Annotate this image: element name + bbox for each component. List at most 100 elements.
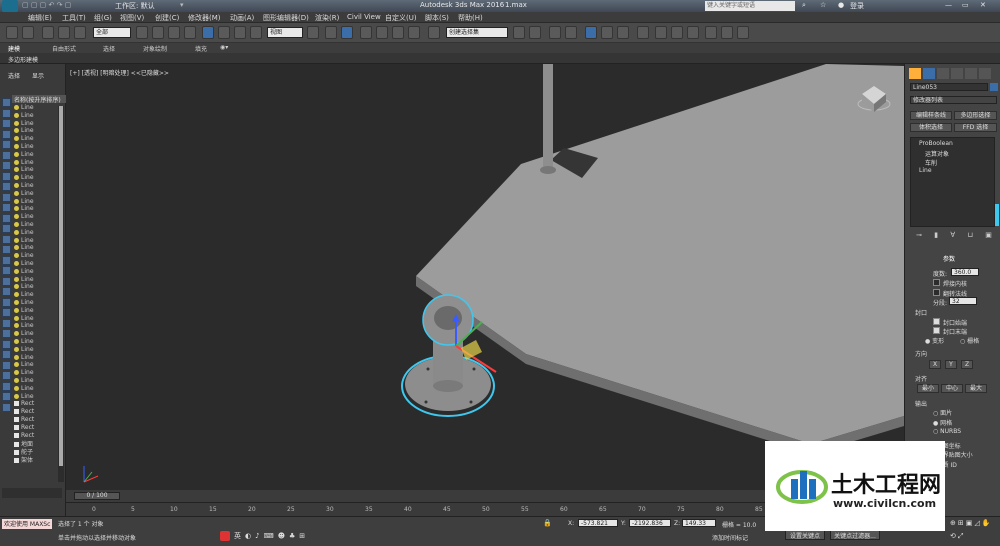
- add-time-tag[interactable]: 添加时间标记: [712, 533, 748, 542]
- region-select-icon[interactable]: [168, 26, 180, 39]
- cap-start-checkbox[interactable]: [933, 318, 940, 325]
- modify-tab-icon[interactable]: [923, 68, 935, 79]
- window-crossing-icon[interactable]: [184, 26, 196, 39]
- scene-explorer-item[interactable]: Line: [14, 252, 34, 260]
- scene-explorer-filter-icon[interactable]: [2, 392, 11, 401]
- scene-explorer-item[interactable]: Line: [14, 159, 34, 167]
- light-bulb-icon[interactable]: [14, 112, 19, 118]
- light-bulb-icon[interactable]: [14, 198, 19, 204]
- menu-animation[interactable]: 动画(A): [230, 13, 254, 23]
- tab-selection[interactable]: 选择: [103, 44, 115, 53]
- scene-explorer-item[interactable]: Rect: [14, 408, 34, 416]
- light-bulb-icon[interactable]: [14, 354, 19, 360]
- menu-help[interactable]: 帮助(H): [458, 13, 483, 23]
- light-bulb-icon[interactable]: [14, 128, 19, 134]
- object-name-field[interactable]: Line053: [910, 83, 988, 91]
- light-bulb-icon[interactable]: [14, 237, 19, 243]
- stack-item-operands[interactable]: 运算对象: [925, 149, 949, 158]
- scene-explorer-item[interactable]: Line: [14, 221, 34, 229]
- scene-explorer-filter-icon[interactable]: [2, 308, 11, 317]
- segments-spinner[interactable]: 32: [949, 297, 977, 305]
- search-icon[interactable]: ⌕: [802, 1, 806, 10]
- reference-coord-dropdown[interactable]: 视图: [267, 27, 303, 38]
- light-bulb-icon[interactable]: [14, 393, 19, 399]
- scene-explorer-item[interactable]: Line: [14, 229, 34, 237]
- output-nurbs-radio[interactable]: ○ NURBS: [933, 428, 961, 435]
- shape-icon[interactable]: [14, 409, 19, 415]
- workspace-dropdown-icon[interactable]: ▾: [180, 1, 184, 9]
- scene-explorer-item[interactable]: Line: [14, 112, 34, 120]
- menu-scripting[interactable]: 脚本(S): [425, 13, 449, 23]
- light-bulb-icon[interactable]: [14, 331, 19, 337]
- morph-radio[interactable]: ● 变形: [925, 336, 944, 345]
- microphone-icon[interactable]: ♪: [255, 532, 259, 540]
- scene-explorer-filter-icon[interactable]: [2, 350, 11, 359]
- create-tab-icon[interactable]: [909, 68, 921, 79]
- direction-z-button[interactable]: Z: [961, 360, 973, 369]
- light-bulb-icon[interactable]: [14, 276, 19, 282]
- show-end-result-icon[interactable]: ▮: [934, 231, 938, 240]
- scene-explorer-item[interactable]: Line: [14, 361, 34, 369]
- key-filters-button[interactable]: 关键点过滤器...: [830, 530, 880, 540]
- menu-create[interactable]: 创建(C): [155, 13, 179, 23]
- select-scale-icon[interactable]: [234, 26, 246, 39]
- menu-civil-view[interactable]: Civil View: [347, 13, 381, 21]
- edit-named-sets-icon[interactable]: [428, 26, 440, 39]
- select-object-icon[interactable]: [136, 26, 148, 39]
- scene-explorer-filter-icon[interactable]: [2, 150, 11, 160]
- stack-item-lathe[interactable]: 车削: [925, 158, 937, 167]
- light-bulb-icon[interactable]: [14, 370, 19, 376]
- shape-icon[interactable]: [14, 458, 19, 463]
- weld-core-checkbox[interactable]: [933, 279, 940, 286]
- scene-explorer-item[interactable]: Line: [14, 104, 34, 112]
- utilities-tab-icon[interactable]: [979, 68, 991, 79]
- select-manipulate-icon[interactable]: [325, 26, 337, 39]
- stack-item-proboolean[interactable]: ProBoolean: [919, 140, 953, 147]
- selection-filter-dropdown[interactable]: 全部: [93, 27, 131, 38]
- select-rotate-icon[interactable]: [218, 26, 230, 39]
- scene-explorer-item[interactable]: Line: [14, 174, 34, 182]
- menu-modifiers[interactable]: 修改器(M): [188, 13, 221, 23]
- z-coord-field[interactable]: 149.33: [682, 519, 716, 527]
- named-selection-dropdown[interactable]: 创建选择集: [446, 27, 508, 38]
- percent-snap-icon[interactable]: [392, 26, 404, 39]
- bind-spacewarp-icon[interactable]: [74, 26, 86, 39]
- scene-explorer-header[interactable]: 名称(按升序排序): [12, 95, 66, 104]
- scene-explorer-item[interactable]: Line: [14, 354, 34, 362]
- scene-explorer-filter-icon[interactable]: [2, 297, 11, 307]
- light-bulb-icon[interactable]: [14, 105, 19, 110]
- scene-explorer-filter-icon[interactable]: [2, 234, 11, 244]
- unlink-icon[interactable]: [58, 26, 70, 39]
- light-bulb-icon[interactable]: [14, 315, 19, 321]
- edit-spline-button[interactable]: 编辑样条线: [910, 111, 952, 120]
- light-bulb-icon[interactable]: [14, 136, 19, 142]
- shirt-icon[interactable]: ♣: [289, 532, 295, 540]
- rollout-parameters[interactable]: 参数: [943, 254, 955, 263]
- stack-scrollbar[interactable]: [995, 204, 999, 226]
- scene-explorer-filter-icon[interactable]: [2, 224, 11, 233]
- light-bulb-icon[interactable]: [14, 120, 19, 126]
- scene-explorer-item[interactable]: Line: [14, 369, 34, 377]
- rendered-frame-icon[interactable]: [671, 26, 683, 39]
- keyboard-shortcut-icon[interactable]: [341, 26, 353, 39]
- maximize-icon[interactable]: ▭: [962, 1, 969, 9]
- time-slider-thumb[interactable]: 0 / 100: [74, 492, 120, 500]
- tab-populate[interactable]: 填充: [195, 44, 207, 53]
- scene-explorer-item[interactable]: Line: [14, 151, 34, 159]
- scene-explorer-filter-icon[interactable]: [2, 119, 11, 128]
- hierarchy-tab-icon[interactable]: [937, 68, 949, 79]
- align-max-button[interactable]: 最大: [965, 384, 987, 393]
- scene-explorer-filter-icon[interactable]: [2, 360, 11, 370]
- fov-icon[interactable]: ◿: [974, 519, 979, 530]
- scene-explorer-filter-icon[interactable]: [2, 371, 11, 380]
- y-coord-field[interactable]: -2192.836: [629, 519, 671, 527]
- maximize-viewport-icon[interactable]: ⤢: [958, 532, 964, 544]
- modifier-list-dropdown[interactable]: 修改器列表: [910, 96, 997, 104]
- quick-access-icons[interactable]: ▢ ▢ ▢ ↶ ↷ ▢: [22, 1, 71, 9]
- x-coord-field[interactable]: -573.821: [578, 519, 618, 527]
- zoom-icon[interactable]: ⊕: [950, 519, 956, 530]
- scene-explorer-filter-icon[interactable]: [2, 402, 11, 412]
- scene-explorer-item[interactable]: Rect: [14, 400, 34, 408]
- light-bulb-icon[interactable]: [14, 253, 19, 259]
- pivot-center-icon[interactable]: [307, 26, 319, 39]
